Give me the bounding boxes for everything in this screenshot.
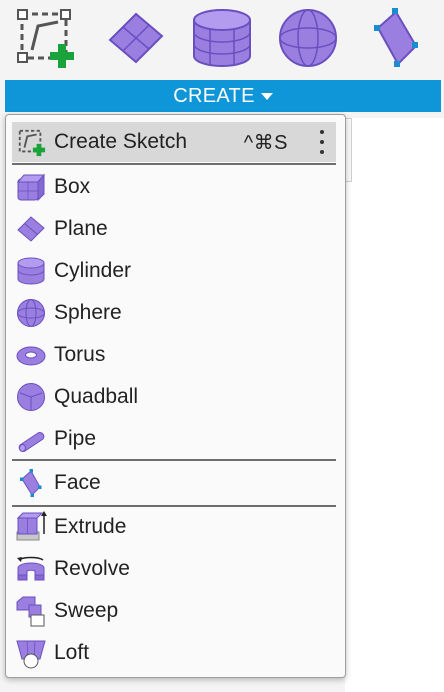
toolbar-cylinder-button[interactable]: [190, 6, 254, 70]
background-panel: [345, 118, 444, 692]
menu-item-label: Face: [54, 471, 101, 494]
background-panel-edge: [345, 118, 352, 182]
toolbar: [0, 0, 444, 80]
menu-item-loft[interactable]: Loft: [12, 633, 336, 673]
menu-item-plane[interactable]: Plane: [12, 209, 336, 249]
menu-item-label: Loft: [54, 641, 90, 664]
cylinder-icon: [17, 257, 45, 285]
toolbar-face-button[interactable]: [364, 6, 428, 70]
menu-divider: [12, 163, 336, 165]
torus-icon: [16, 346, 46, 366]
menu-item-label: Extrude: [54, 515, 127, 538]
menu-item-label: Cylinder: [54, 259, 132, 282]
loft-icon: [16, 640, 46, 669]
cylinder-icon: [193, 9, 251, 67]
menu-divider: [12, 459, 336, 461]
quadball-icon: [17, 383, 45, 411]
create-sketch-shortcut: ^⌘S: [243, 131, 288, 154]
revolve-icon: [17, 556, 45, 581]
menu-item-label: Sweep: [54, 599, 119, 622]
menu-item-quadball[interactable]: Quadball: [12, 377, 336, 417]
face-icon: [374, 8, 418, 67]
menu-item-create-sketch[interactable]: Create Sketch ^⌘S: [12, 122, 336, 162]
caret-down-icon: [260, 92, 273, 100]
toolbar-sphere-button[interactable]: [276, 6, 340, 70]
create-sketch-icon: [17, 9, 74, 68]
menu-item-label: Create Sketch: [54, 130, 188, 153]
menu-item-label: Quadball: [54, 385, 139, 408]
menu-item-label: Sphere: [54, 301, 122, 324]
toolbar-create-sketch-button[interactable]: [14, 6, 78, 70]
extrude-icon: [16, 511, 47, 541]
menu-item-sweep[interactable]: Sweep: [12, 591, 336, 631]
menu-item-label: Pipe: [54, 427, 97, 450]
sphere-icon: [279, 9, 337, 67]
menu-item-label: Revolve: [54, 557, 130, 580]
menu-item-cylinder[interactable]: Cylinder: [12, 251, 336, 291]
create-label: CREATE: [173, 84, 255, 107]
menu-item-face[interactable]: Face: [12, 463, 336, 503]
menu-item-torus[interactable]: Torus: [12, 335, 336, 375]
more-options-icon[interactable]: [320, 130, 324, 154]
plane-icon: [17, 216, 45, 242]
menu-item-label: Plane: [54, 217, 108, 240]
sphere-icon: [17, 299, 45, 327]
plane-icon: [108, 12, 164, 64]
toolbar-plane-button[interactable]: [104, 6, 168, 70]
menu-item-label: Torus: [54, 343, 106, 366]
box-icon: [16, 173, 46, 202]
create-dropdown-button[interactable]: CREATE: [5, 80, 441, 112]
create-sketch-icon: [18, 129, 46, 157]
menu-item-label: Box: [54, 175, 91, 198]
pipe-icon: [18, 432, 45, 452]
menu-item-sphere[interactable]: Sphere: [12, 293, 336, 333]
menu-item-pipe[interactable]: Pipe: [12, 419, 336, 459]
menu-item-box[interactable]: Box: [12, 167, 336, 207]
create-menu: Create Sketch ^⌘S Box Plane Cylinder Sph…: [5, 114, 346, 678]
sweep-icon: [16, 596, 45, 627]
menu-item-revolve[interactable]: Revolve: [12, 549, 336, 589]
menu-item-extrude[interactable]: Extrude: [12, 507, 336, 547]
face-icon: [20, 469, 42, 497]
